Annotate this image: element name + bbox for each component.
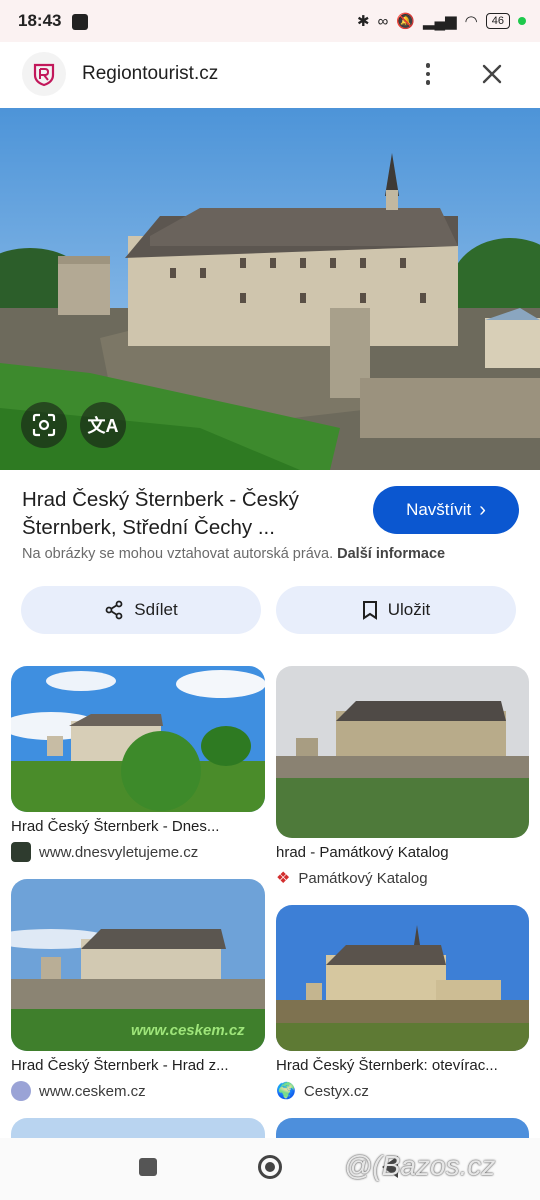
status-bar: 18:43 ✱ ∞ 🔕 ▂▄▆ ◠ 46	[0, 0, 540, 42]
signal-icon: ▂▄▆	[422, 13, 457, 30]
cestyx-favicon-icon: 🌍	[276, 1083, 296, 1100]
lens-icon	[32, 413, 56, 437]
card-caption-4[interactable]: Hrad Český Šternberk: otevírac...	[276, 1057, 528, 1074]
share-button[interactable]: Sdílet	[21, 586, 261, 634]
home-button[interactable]	[258, 1155, 282, 1179]
close-icon[interactable]	[478, 60, 506, 88]
status-time: 18:43	[18, 11, 62, 30]
related-image-2[interactable]	[276, 666, 529, 838]
lens-search-button[interactable]	[21, 402, 67, 448]
card-source-3[interactable]: www.ceskem.cz	[11, 1081, 146, 1101]
site-logo-icon	[22, 52, 66, 96]
card-caption-2[interactable]: hrad - Památkový Katalog	[276, 844, 528, 861]
visit-button[interactable]: Navštívit ›	[373, 486, 519, 534]
battery-icon: 46	[485, 13, 510, 29]
watermark: @(Bazos.cz	[344, 1150, 496, 1181]
card-source-4[interactable]: 🌍 Cestyx.cz	[276, 1081, 369, 1101]
link-icon: ∞	[377, 12, 389, 30]
wifi-icon: ◠	[464, 13, 478, 30]
main-image[interactable]: 文A	[0, 108, 540, 470]
share-icon	[105, 600, 123, 620]
recents-button[interactable]	[139, 1158, 157, 1176]
chevron-right-icon: ›	[479, 498, 486, 521]
more-options-icon[interactable]	[416, 58, 440, 90]
related-image-3[interactable]: www.ceskem.cz	[11, 879, 265, 1051]
privacy-dot-icon	[518, 17, 526, 25]
result-title[interactable]: Hrad Český Šternberk - Český Šternberk, …	[22, 486, 352, 542]
bluetooth-icon: ✱	[356, 13, 370, 30]
mute-icon: 🔕	[396, 13, 415, 30]
card-caption-1[interactable]: Hrad Český Šternberk - Dnes...	[11, 818, 263, 835]
status-icons: ✱ ∞ 🔕 ▂▄▆ ◠ 46	[357, 12, 526, 30]
notification-icon	[72, 14, 88, 30]
related-image-1[interactable]	[11, 666, 265, 812]
copyright-notice: Na obrázky se mohou vztahovat autorská p…	[22, 546, 446, 562]
pamatkovy-katalog-favicon-icon: ❖	[276, 870, 291, 887]
bookmark-icon	[362, 601, 377, 620]
translate-icon: 文A	[87, 416, 119, 436]
dnesvyletujeme-favicon-icon	[11, 842, 31, 862]
ceskem-watermark-text: www.ceskem.cz	[131, 1022, 245, 1039]
globe-favicon-icon	[11, 1081, 31, 1101]
top-bar: Regiontourist.cz	[0, 42, 540, 108]
save-button[interactable]: Uložit	[276, 586, 516, 634]
card-source-1[interactable]: www.dnesvyletujeme.cz	[11, 842, 198, 862]
card-source-2[interactable]: ❖ Památkový Katalog	[276, 868, 428, 888]
site-title: Regiontourist.cz	[82, 63, 219, 84]
related-image-4[interactable]	[276, 905, 529, 1051]
translate-button[interactable]: 文A	[80, 402, 126, 448]
card-caption-3[interactable]: Hrad Český Šternberk - Hrad z...	[11, 1057, 263, 1074]
more-info-link[interactable]: Další informace	[337, 546, 445, 562]
